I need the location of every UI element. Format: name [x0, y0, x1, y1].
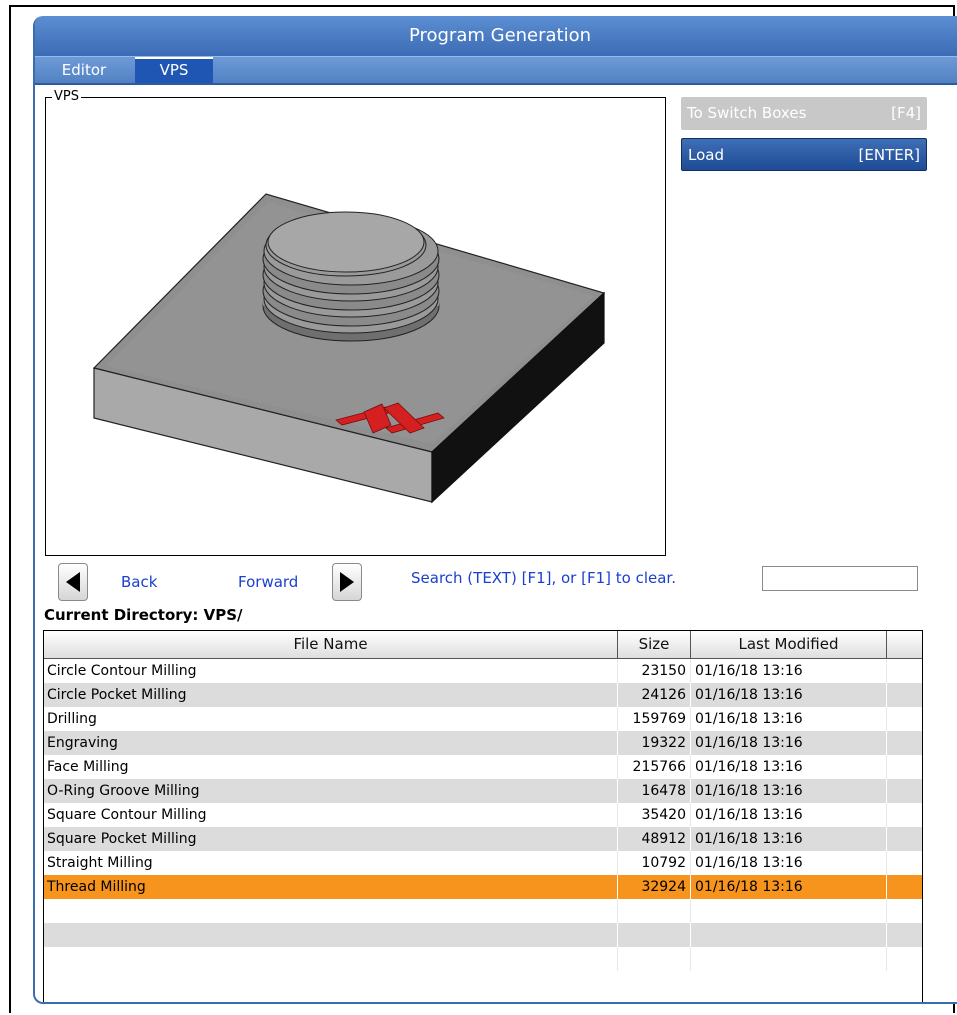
file-name-cell: Drilling: [44, 707, 618, 731]
file-size-cell: 19322: [618, 731, 691, 755]
search-input[interactable]: [762, 566, 918, 591]
extra-cell: [887, 899, 922, 923]
threaded-boss: [262, 211, 440, 342]
table-row[interactable]: Circle Pocket Milling 24126 01/16/18 13:…: [44, 683, 922, 707]
extra-cell: [887, 803, 922, 827]
file-modified-cell: 01/16/18 13:16: [691, 851, 887, 875]
thread-milling-part-preview: [92, 193, 606, 504]
column-header-size[interactable]: Size: [618, 631, 691, 658]
file-name-cell: Square Pocket Milling: [44, 827, 618, 851]
file-name-cell: Straight Milling: [44, 851, 618, 875]
file-name-cell: [44, 947, 618, 971]
file-size-cell: 23150: [618, 659, 691, 683]
extra-cell: [887, 659, 922, 683]
table-row[interactable]: O-Ring Groove Milling 16478 01/16/18 13:…: [44, 779, 922, 803]
table-row-empty: [44, 947, 922, 971]
table-row[interactable]: Drilling 159769 01/16/18 13:16: [44, 707, 922, 731]
file-name-cell: O-Ring Groove Milling: [44, 779, 618, 803]
file-name-cell: [44, 923, 618, 947]
file-size-cell: 10792: [618, 851, 691, 875]
extra-cell: [887, 923, 922, 947]
tab-editor[interactable]: Editor: [35, 57, 133, 83]
column-header-extra: [887, 631, 922, 658]
table-row-selected[interactable]: Thread Milling 32924 01/16/18 13:16: [44, 875, 922, 899]
file-modified-cell: [691, 947, 887, 971]
forward-arrow-button[interactable]: [332, 563, 362, 601]
left-triangle-icon: [66, 572, 80, 592]
file-modified-cell: 01/16/18 13:16: [691, 683, 887, 707]
file-size-cell: [618, 899, 691, 923]
file-modified-cell: 01/16/18 13:16: [691, 707, 887, 731]
table-row[interactable]: Face Milling 215766 01/16/18 13:16: [44, 755, 922, 779]
file-name-cell: Circle Contour Milling: [44, 659, 618, 683]
table-body: Circle Contour Milling 23150 01/16/18 13…: [44, 659, 922, 971]
tab-vps[interactable]: VPS: [135, 57, 213, 83]
window-title: Program Generation: [35, 16, 957, 56]
file-name-cell: Thread Milling: [44, 875, 618, 899]
table-row-empty: [44, 923, 922, 947]
column-header-last-modified[interactable]: Last Modified: [691, 631, 887, 658]
file-size-cell: 24126: [618, 683, 691, 707]
file-name-cell: Square Contour Milling: [44, 803, 618, 827]
load-label: Load: [688, 146, 724, 164]
switch-boxes-key: [F4]: [891, 104, 921, 122]
switch-boxes-label: To Switch Boxes: [687, 104, 807, 122]
search-hint: Search (TEXT) [F1], or [F1] to clear.: [411, 569, 676, 587]
table-row-empty: [44, 899, 922, 923]
extra-cell: [887, 707, 922, 731]
file-modified-cell: 01/16/18 13:16: [691, 803, 887, 827]
file-modified-cell: 01/16/18 13:16: [691, 731, 887, 755]
extra-cell: [887, 947, 922, 971]
file-modified-cell: 01/16/18 13:16: [691, 779, 887, 803]
file-size-cell: 35420: [618, 803, 691, 827]
file-size-cell: [618, 923, 691, 947]
vps-preview-box: VPS: [45, 89, 666, 556]
file-modified-cell: 01/16/18 13:16: [691, 827, 887, 851]
table-row[interactable]: Engraving 19322 01/16/18 13:16: [44, 731, 922, 755]
back-arrow-button[interactable]: [58, 563, 88, 601]
file-name-cell: Circle Pocket Milling: [44, 683, 618, 707]
file-size-cell: 48912: [618, 827, 691, 851]
file-size-cell: 159769: [618, 707, 691, 731]
extra-cell: [887, 851, 922, 875]
current-directory-label: Current Directory: VPS/: [44, 606, 243, 624]
file-modified-cell: 01/16/18 13:16: [691, 755, 887, 779]
table-row[interactable]: Circle Contour Milling 23150 01/16/18 13…: [44, 659, 922, 683]
table-row[interactable]: Straight Milling 10792 01/16/18 13:16: [44, 851, 922, 875]
extra-cell: [887, 731, 922, 755]
back-link[interactable]: Back: [121, 573, 157, 591]
file-size-cell: 32924: [618, 875, 691, 899]
file-modified-cell: [691, 899, 887, 923]
column-header-file-name[interactable]: File Name: [44, 631, 618, 658]
extra-cell: [887, 779, 922, 803]
file-name-cell: [44, 899, 618, 923]
extra-cell: [887, 875, 922, 899]
file-table: File Name Size Last Modified Circle Cont…: [43, 630, 923, 1002]
extra-cell: [887, 827, 922, 851]
table-row[interactable]: Square Contour Milling 35420 01/16/18 13…: [44, 803, 922, 827]
table-header: File Name Size Last Modified: [44, 631, 922, 659]
file-name-cell: Face Milling: [44, 755, 618, 779]
tab-strip: Editor VPS: [35, 56, 957, 85]
file-size-cell: 16478: [618, 779, 691, 803]
load-button[interactable]: Load [ENTER]: [681, 138, 927, 171]
file-modified-cell: 01/16/18 13:16: [691, 875, 887, 899]
forward-link[interactable]: Forward: [238, 573, 298, 591]
file-name-cell: Engraving: [44, 731, 618, 755]
load-key: [ENTER]: [858, 146, 920, 164]
file-modified-cell: 01/16/18 13:16: [691, 659, 887, 683]
extra-cell: [887, 683, 922, 707]
right-triangle-icon: [340, 572, 354, 592]
file-modified-cell: [691, 923, 887, 947]
program-generation-window: Program Generation Editor VPS VPS To Swi…: [33, 16, 957, 1004]
file-size-cell: [618, 947, 691, 971]
table-row[interactable]: Square Pocket Milling 48912 01/16/18 13:…: [44, 827, 922, 851]
file-size-cell: 215766: [618, 755, 691, 779]
switch-boxes-button[interactable]: To Switch Boxes [F4]: [681, 97, 927, 130]
extra-cell: [887, 755, 922, 779]
